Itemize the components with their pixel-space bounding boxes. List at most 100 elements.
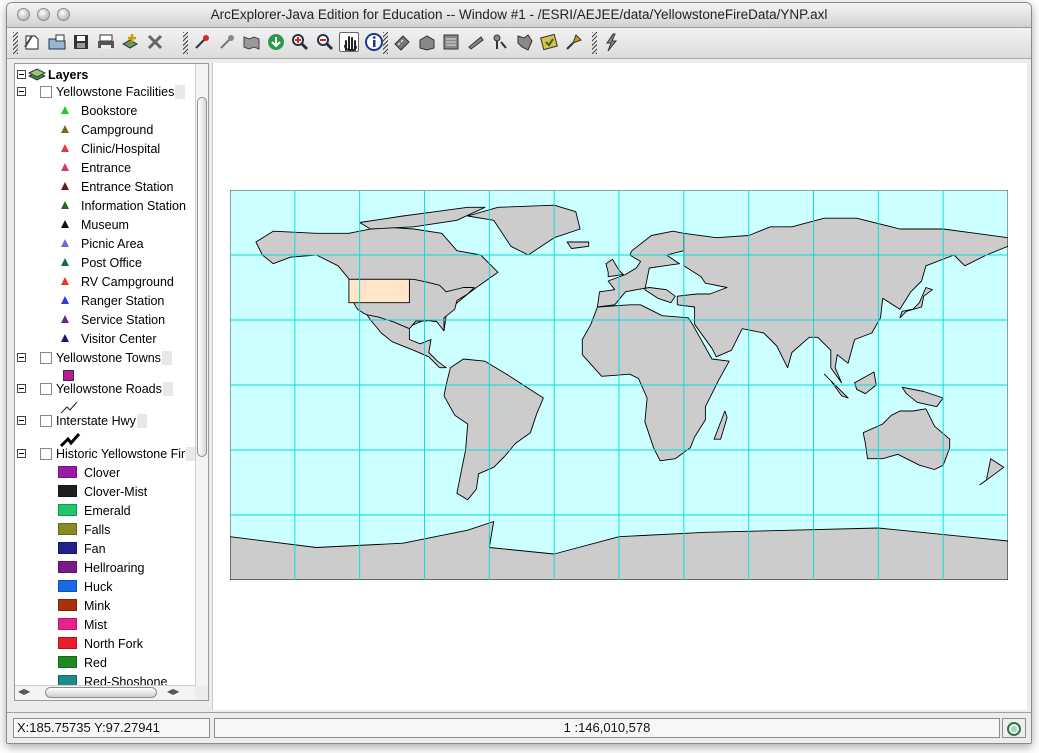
layer-header[interactable]: Interstate Hwy <box>15 412 195 431</box>
layer-visibility-checkbox[interactable] <box>40 383 52 395</box>
layer-visibility-checkbox[interactable] <box>40 448 52 460</box>
fire-color-swatch <box>58 599 77 611</box>
print-icon <box>97 34 114 49</box>
toolbar-grip[interactable] <box>13 32 18 54</box>
projection-icon <box>565 34 582 50</box>
horizontal-scroll-thumb[interactable] <box>45 687 157 698</box>
legend-item: Clover <box>15 464 195 483</box>
collapse-layer-icon[interactable] <box>17 87 26 96</box>
legend-item: Picnic Area <box>15 235 195 254</box>
app-window: ArcExplorer-Java Edition for Education -… <box>6 2 1032 744</box>
map-view[interactable] <box>212 63 1027 710</box>
map-scale-readout: 1 :146,010,578 <box>214 718 1000 738</box>
layer-header[interactable]: Yellowstone Facilities <box>15 83 195 102</box>
legend-item-label: Service Station <box>81 313 166 327</box>
zoom-in-button[interactable] <box>290 32 310 52</box>
legend-item: Falls <box>15 521 195 540</box>
facility-symbol-icon <box>61 296 69 304</box>
fire-color-swatch <box>58 618 77 630</box>
buffer-icon <box>517 34 533 51</box>
layer-visibility-checkbox[interactable] <box>40 86 52 98</box>
legend-item: Visitor Center <box>15 330 195 349</box>
projection-button[interactable] <box>564 32 584 52</box>
legend-item-label: Emerald <box>84 504 131 518</box>
fire-color-swatch <box>58 561 77 573</box>
zoom-extent-button[interactable] <box>241 32 261 52</box>
delete-layer-button[interactable] <box>145 32 165 52</box>
layer-visibility-checkbox[interactable] <box>40 415 52 427</box>
save-button[interactable] <box>71 32 91 52</box>
query-button[interactable] <box>441 32 461 52</box>
layer-header[interactable]: Historic Yellowstone Fir <box>15 445 195 464</box>
legend-item: Mink <box>15 597 195 616</box>
legend-item-label: Mink <box>84 599 111 613</box>
find-button[interactable] <box>417 32 437 52</box>
zoom-layer-icon <box>267 34 284 50</box>
identify-button[interactable] <box>364 32 384 52</box>
collapse-layers-icon[interactable] <box>17 70 26 79</box>
legend-item: Ranger Station <box>15 292 195 311</box>
pan-hand-button[interactable] <box>339 32 359 52</box>
legend-item-label: Fan <box>84 542 106 556</box>
select-button[interactable] <box>466 32 486 52</box>
legend-vertical-scrollbar[interactable] <box>195 64 208 686</box>
legend-item: Information Station <box>15 197 195 216</box>
new-project-button[interactable] <box>22 32 42 52</box>
vertical-scroll-thumb[interactable] <box>197 97 207 457</box>
facility-symbol-icon <box>61 258 69 266</box>
layer-name: Yellowstone Facilities <box>56 85 175 99</box>
zoom-in-arrow-button[interactable] <box>192 32 212 52</box>
fire-color-swatch <box>58 542 77 554</box>
legend-item: Service Station <box>15 311 195 330</box>
scroll-left-arrow-icon[interactable]: ◀▶ <box>18 687 30 696</box>
legend-list: Layers Yellowstone Facilities Bookstore Cam… <box>15 64 195 686</box>
legend-item: North Fork <box>15 635 195 654</box>
scroll-right-arrow-icon[interactable]: ◀▶ <box>167 687 179 696</box>
legend-item-label: Huck <box>84 580 113 594</box>
collapse-layer-icon[interactable] <box>17 384 26 393</box>
legend-item: Mist <box>15 616 195 635</box>
legend-item-label: Visitor Center <box>81 332 157 346</box>
progress-indicator-icon <box>1002 718 1026 738</box>
fire-color-swatch <box>58 504 77 516</box>
toolbar-grip[interactable] <box>592 32 597 54</box>
fire-color-swatch <box>58 580 77 592</box>
collapse-layer-icon[interactable] <box>17 416 26 425</box>
world-map[interactable] <box>230 190 1008 580</box>
lightning-button[interactable] <box>601 32 621 52</box>
zoom-layer-button[interactable] <box>266 32 286 52</box>
layer-name-highlight <box>186 447 195 461</box>
toolbar-grip[interactable] <box>383 32 388 54</box>
zoom-out-button[interactable] <box>315 32 335 52</box>
toolbar-grip[interactable] <box>183 32 188 54</box>
legend-item-label: Campground <box>81 123 154 137</box>
measure-button[interactable] <box>392 32 412 52</box>
clear-selection-button[interactable] <box>490 32 510 52</box>
print-button[interactable] <box>96 32 116 52</box>
legend-item: Campground <box>15 121 195 140</box>
find-icon <box>419 35 434 51</box>
layer-name-highlight <box>162 351 172 365</box>
facility-symbol-icon <box>61 125 69 133</box>
legend-item-label: Museum <box>81 218 129 232</box>
layer-header[interactable]: Yellowstone Towns <box>15 349 195 368</box>
zoom-in-arrow-icon <box>195 35 209 49</box>
layer-name-highlight <box>175 85 185 99</box>
collapse-layer-icon[interactable] <box>17 353 26 362</box>
hotlink-button[interactable] <box>539 32 559 52</box>
add-layer-button[interactable] <box>120 32 140 52</box>
facility-symbol-icon <box>61 315 69 323</box>
select-icon <box>467 36 484 50</box>
legend-horizontal-scrollbar[interactable]: ◀▶ ◀▶ <box>15 685 195 700</box>
layer-name-highlight <box>163 382 173 396</box>
buffer-button[interactable] <box>515 32 535 52</box>
legend-item-label: Clinic/Hospital <box>81 142 161 156</box>
layer-visibility-checkbox[interactable] <box>40 352 52 364</box>
layer-header[interactable]: Yellowstone Roads <box>15 380 195 399</box>
open-project-button[interactable] <box>47 32 67 52</box>
layer-name-highlight <box>137 414 147 428</box>
title-bar[interactable]: ArcExplorer-Java Edition for Education -… <box>7 3 1031 28</box>
collapse-layer-icon[interactable] <box>17 449 26 458</box>
zoom-out-arrow-button[interactable] <box>217 32 237 52</box>
toolbar <box>7 28 1031 59</box>
